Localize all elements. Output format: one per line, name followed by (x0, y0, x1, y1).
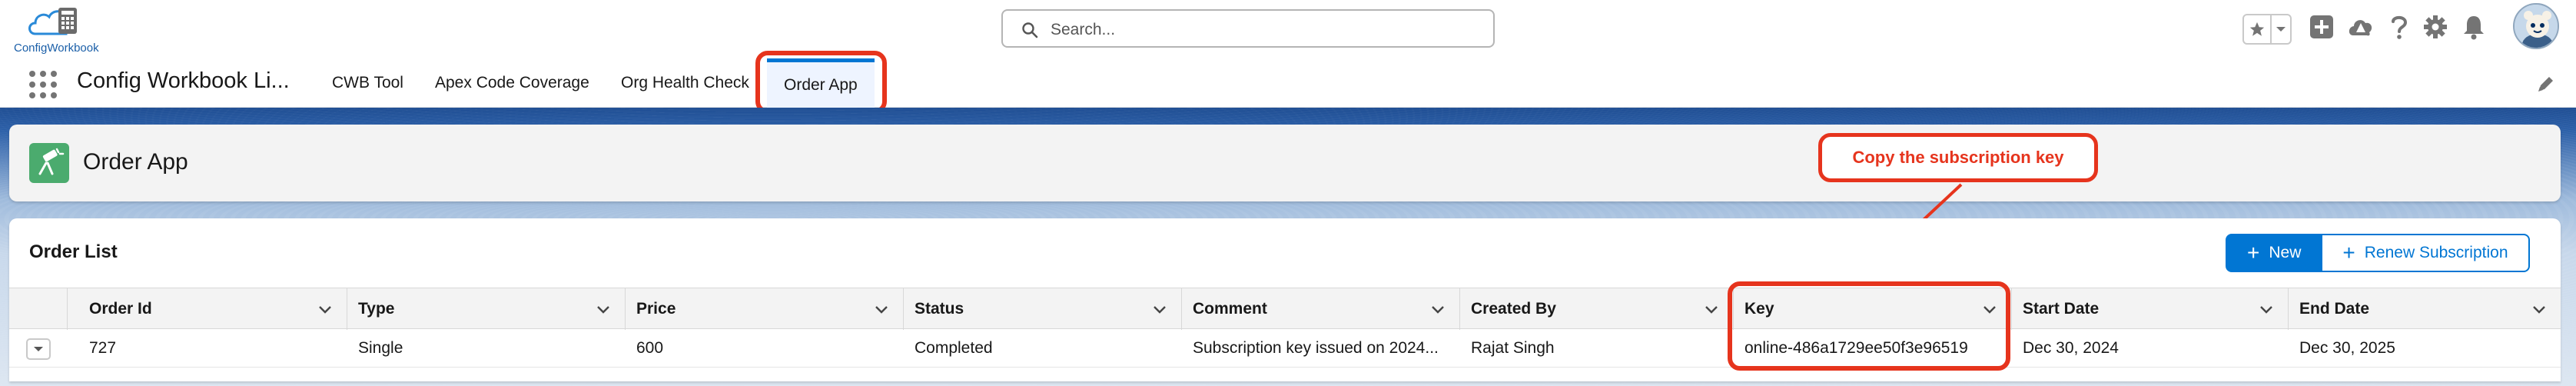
column-header-order-id[interactable]: Order Id (68, 288, 347, 330)
order-list-card: Order List + New + Renew Subscription Or… (9, 218, 2561, 381)
cell-type: Single (358, 339, 403, 357)
star-icon[interactable] (2244, 15, 2272, 43)
settings-gear-icon[interactable] (2422, 14, 2448, 40)
plus-icon: + (2247, 241, 2260, 265)
cell-end-date: Dec 30, 2025 (2299, 339, 2395, 357)
column-header-price[interactable]: Price (626, 288, 904, 330)
notifications-bell-icon[interactable] (2462, 14, 2485, 40)
annotation-callout: Copy the subscription key (1818, 133, 2098, 182)
app-logo[interactable]: ConfigWorkbook (11, 3, 103, 55)
column-header-label: Price (636, 300, 676, 318)
renew-subscription-button[interactable]: + Renew Subscription (2322, 234, 2530, 272)
column-header-label: Type (358, 300, 395, 318)
column-header-label: End Date (2299, 300, 2370, 318)
astro-avatar-icon (2515, 5, 2558, 48)
key-column-highlight (1728, 281, 2010, 371)
column-header-row-actions (9, 288, 68, 330)
column-header-label: Created By (1471, 300, 1556, 318)
column-header-label: Comment (1193, 300, 1267, 318)
cell-order-id: 727 (89, 339, 117, 357)
row-actions-menu-button[interactable] (26, 338, 51, 360)
chevron-down-icon[interactable] (2531, 301, 2547, 317)
chevron-down-icon[interactable] (874, 301, 889, 317)
chevron-down-icon[interactable] (2272, 15, 2290, 43)
app-name: Config Workbook Li... (77, 68, 290, 93)
cell-comment: Subscription key issued on 2024... (1193, 339, 1439, 357)
chevron-down-icon[interactable] (317, 301, 333, 317)
logo-text-config: Config (14, 42, 48, 55)
renew-button-label: Renew Subscription (2364, 244, 2508, 261)
tab-apex-code-coverage[interactable]: Apex Code Coverage (435, 58, 589, 108)
chevron-down-icon (34, 347, 43, 351)
help-icon[interactable] (2388, 14, 2410, 40)
list-actions: + New + Renew Subscription (2226, 234, 2530, 272)
tab-org-health-check[interactable]: Org Health Check (621, 58, 749, 108)
global-header: ConfigWorkbook Search... (0, 0, 2576, 58)
cell-status: Completed (915, 339, 993, 357)
global-actions-add-icon[interactable] (2309, 14, 2335, 40)
cell-created-by: Rajat Singh (1471, 339, 1555, 357)
new-button-label: New (2269, 244, 2302, 261)
logo-text: ConfigWorkbook (14, 42, 99, 55)
chevron-down-icon[interactable] (596, 301, 611, 317)
table-header: Order Id Type Price Status Comment Creat… (9, 288, 2561, 330)
global-search-input[interactable]: Search... (1001, 9, 1495, 48)
search-icon (1022, 22, 1038, 38)
column-header-end-date[interactable]: End Date (2289, 288, 2561, 330)
app-launcher-icon[interactable] (28, 69, 58, 100)
cloud-logo-icon (28, 8, 77, 35)
edit-nav-pencil-icon[interactable] (2536, 74, 2556, 94)
table-row: 727 Single 600 Completed Subscription ke… (9, 329, 2561, 368)
column-header-label: Start Date (2023, 300, 2100, 318)
trailhead-icon[interactable] (2347, 14, 2375, 40)
chevron-down-icon[interactable] (1704, 301, 1719, 317)
app-navigation-bar: Config Workbook Li... CWB Tool Apex Code… (0, 58, 2576, 108)
chevron-down-icon[interactable] (1430, 301, 1446, 317)
order-app-page-icon (29, 143, 69, 183)
chevron-down-icon[interactable] (1152, 301, 1167, 317)
cell-start-date: Dec 30, 2024 (2023, 339, 2119, 357)
favorites-button[interactable] (2242, 14, 2292, 45)
order-list-title: Order List (29, 241, 118, 262)
column-header-start-date[interactable]: Start Date (2012, 288, 2289, 330)
column-header-label: Status (915, 300, 964, 318)
plus-icon: + (2342, 241, 2355, 265)
cell-price: 600 (636, 339, 664, 357)
user-avatar[interactable] (2513, 3, 2559, 49)
order-app-tab-highlight (755, 51, 887, 114)
tab-cwb-tool[interactable]: CWB Tool (332, 58, 403, 108)
logo-text-workbook: Workbook (47, 42, 99, 55)
column-header-label: Order Id (89, 300, 152, 318)
page-title: Order App (83, 149, 188, 175)
column-header-type[interactable]: Type (347, 288, 626, 330)
new-button[interactable]: + New (2226, 234, 2323, 272)
page-header: Order App (9, 125, 2561, 201)
column-header-created-by[interactable]: Created By (1460, 288, 1734, 330)
column-header-comment[interactable]: Comment (1182, 288, 1460, 330)
search-placeholder: Search... (1051, 21, 1116, 38)
chevron-down-icon[interactable] (2259, 301, 2274, 317)
column-header-status[interactable]: Status (904, 288, 1182, 330)
